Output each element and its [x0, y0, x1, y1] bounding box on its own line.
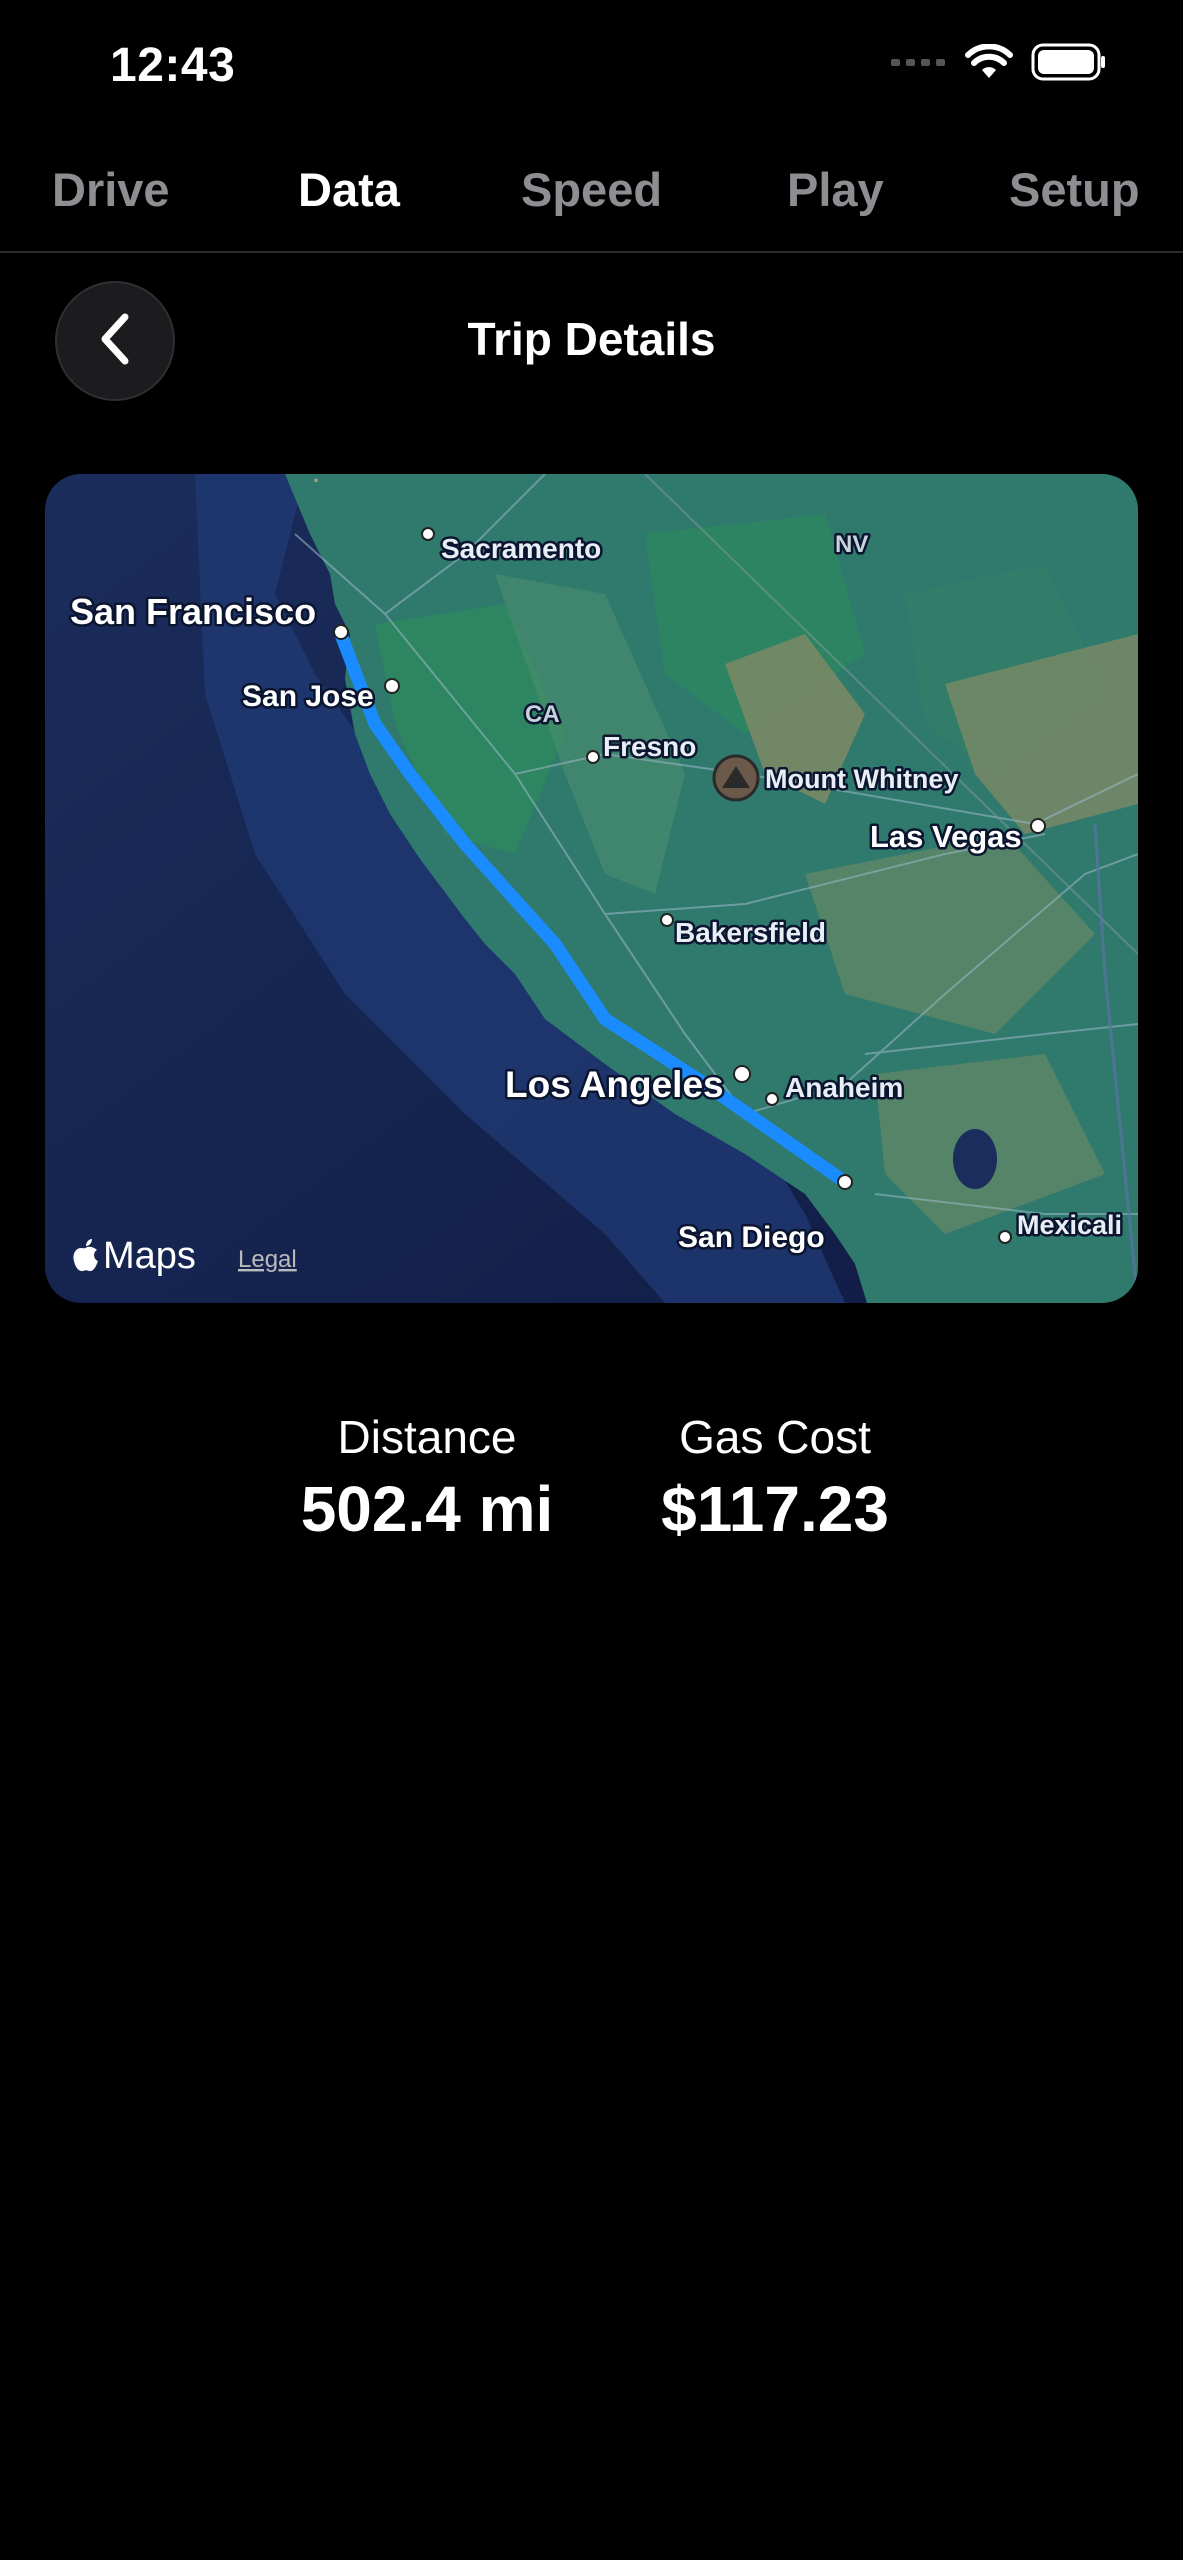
- map-label-san-francisco: San Francisco: [70, 591, 316, 632]
- lake: [953, 1129, 997, 1189]
- tab-play[interactable]: Play: [787, 162, 884, 217]
- tab-data[interactable]: Data: [298, 162, 400, 217]
- map-label-las-vegas: Las Vegas: [870, 819, 1022, 854]
- wifi-icon: [965, 42, 1013, 85]
- map-label-anaheim: Anaheim: [785, 1072, 903, 1103]
- map-label-mexicali: Mexicali: [1017, 1210, 1122, 1240]
- distance-stat: Distance 502.4 mi: [300, 1410, 554, 1546]
- legal-link[interactable]: Legal: [238, 1246, 297, 1273]
- route-map[interactable]: Sacramento NV San Francisco San Jose CA …: [45, 474, 1138, 1303]
- map-label-nv: NV: [835, 531, 868, 558]
- map-label-mount-whitney: Mount Whitney: [765, 764, 958, 794]
- top-tab-bar: Drive Data Speed Play Setup: [0, 150, 1183, 250]
- map-label-fresno: Fresno: [603, 731, 696, 762]
- gas-cost-value: $117.23: [661, 1473, 889, 1545]
- tab-setup[interactable]: Setup: [1009, 162, 1140, 217]
- tab-drive[interactable]: Drive: [52, 162, 170, 217]
- gas-cost-stat: Gas Cost $117.23: [660, 1410, 890, 1546]
- map-label-san-diego: San Diego: [678, 1221, 825, 1254]
- battery-icon: [1031, 43, 1107, 86]
- distance-label: Distance: [337, 1411, 517, 1463]
- status-icons: [891, 42, 1107, 86]
- map-label-ca: CA: [525, 701, 560, 728]
- map-label-los-angeles: Los Angeles: [505, 1064, 724, 1105]
- maps-brand-text: Maps: [103, 1235, 196, 1277]
- tabs-divider: [0, 251, 1183, 253]
- map-label-partial: ·: [313, 474, 320, 493]
- distance-value: 502.4 mi: [300, 1473, 554, 1545]
- gas-cost-label: Gas Cost: [679, 1411, 871, 1463]
- svg-text:·: ·: [313, 474, 320, 493]
- cellular-signal-icon: [891, 55, 947, 74]
- status-bar: 12:43: [0, 0, 1183, 130]
- tab-speed[interactable]: Speed: [521, 162, 662, 217]
- map-label-san-jose: San Jose: [242, 680, 374, 713]
- map-label-bakersfield: Bakersfield: [675, 917, 826, 948]
- status-time: 12:43: [110, 39, 236, 92]
- page-title: Trip Details: [467, 313, 716, 365]
- mountain-icon: [712, 754, 760, 802]
- map-label-sacramento: Sacramento: [441, 533, 601, 564]
